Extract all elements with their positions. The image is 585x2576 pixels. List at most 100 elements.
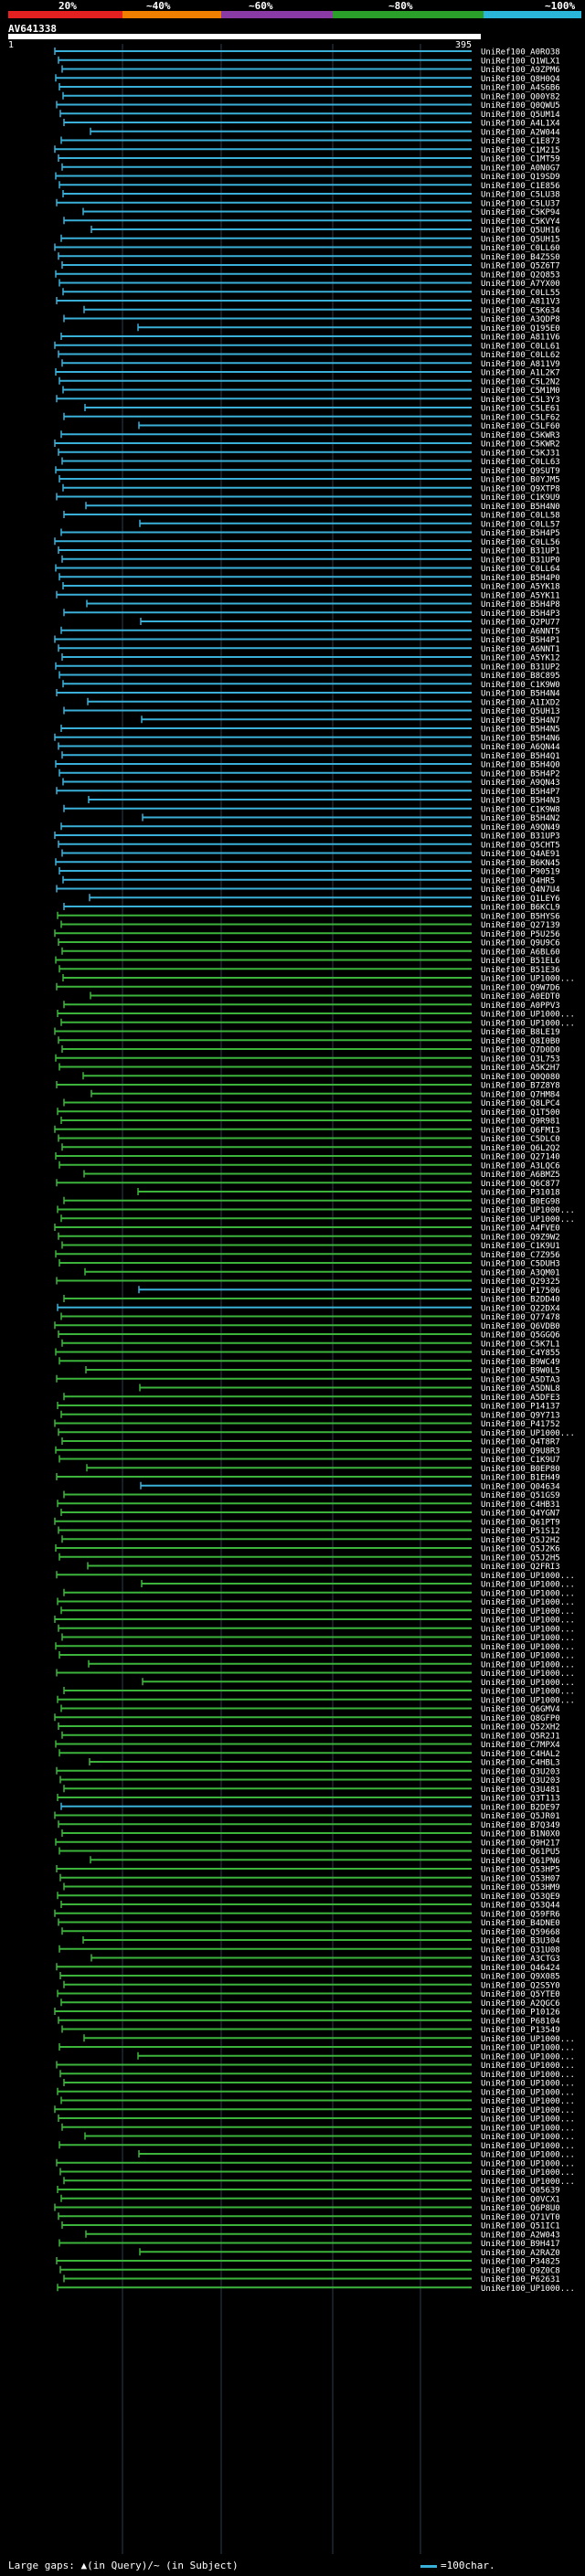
hit-label[interactable]: UniRef100_Q8GFP0 [481,1714,560,1723]
hit-label[interactable]: UniRef100_Q5CHT5 [481,841,560,850]
hit-label[interactable]: UniRef100_C1M215 [481,146,560,155]
hit-label[interactable]: UniRef100_A4L1X4 [481,120,560,129]
hit-label[interactable]: UniRef100_UP1000... [481,1617,575,1626]
hit-label[interactable]: UniRef100_P51S12 [481,1527,560,1536]
hit-label[interactable]: UniRef100_Q2FRI3 [481,1563,560,1572]
hit-label[interactable]: UniRef100_UP1000... [481,1589,575,1598]
hit-label[interactable]: UniRef100_Q31U08 [481,1945,560,1955]
hit-label[interactable]: UniRef100_B5H4Q1 [481,752,560,761]
hit-label[interactable]: UniRef100_B6KCL9 [481,904,560,913]
hit-label[interactable]: UniRef100_A811V9 [481,360,560,369]
hit-label[interactable]: UniRef100_B8C895 [481,672,560,681]
hit-label[interactable]: UniRef100_P14137 [481,1403,560,1412]
hit-label[interactable]: UniRef100_C1K9W0 [481,681,560,690]
hit-label[interactable]: UniRef100_Q59668 [481,1928,560,1937]
hit-label[interactable]: UniRef100_C4Y855 [481,1349,560,1358]
hit-label[interactable]: UniRef100_A0EDT0 [481,992,560,1002]
hit-label[interactable]: UniRef100_Q8LPC4 [481,1099,560,1108]
hit-label[interactable]: UniRef100_Q9Y713 [481,1411,560,1420]
hit-label[interactable]: UniRef100_B51E36 [481,966,560,975]
hit-label[interactable]: UniRef100_Q52XH2 [481,1723,560,1733]
hit-label[interactable]: UniRef100_Q4N7U4 [481,885,560,895]
hit-label[interactable]: UniRef100_A2W043 [481,2231,560,2240]
hit-label[interactable]: UniRef100_Q9SUT9 [481,467,560,476]
hit-label[interactable]: UniRef100_UP1000... [481,1206,575,1215]
hit-label[interactable]: UniRef100_UP1000... [481,2115,575,2125]
hit-label[interactable]: UniRef100_P62631 [481,2275,560,2284]
hit-label[interactable]: UniRef100_C0LL55 [481,289,560,298]
hit-label[interactable]: UniRef100_P10126 [481,2009,560,2018]
hit-label[interactable]: UniRef100_P17506 [481,1287,560,1296]
hit-label[interactable]: UniRef100_Q61PN6 [481,1857,560,1866]
hit-label[interactable]: UniRef100_UP1000... [481,2133,575,2142]
hit-label[interactable]: UniRef100_B5H4N2 [481,814,560,823]
hit-label[interactable]: UniRef100_C1MT59 [481,155,560,164]
hit-label[interactable]: UniRef100_B5H4N7 [481,716,560,726]
hit-label[interactable]: UniRef100_Q4T8R7 [481,1438,560,1447]
hit-label[interactable]: UniRef100_A0PPV3 [481,1002,560,1011]
hit-label[interactable]: UniRef100_B5H4P1 [481,636,560,645]
hit-label[interactable]: UniRef100_Q4HR5 [481,876,555,885]
hit-label[interactable]: UniRef100_A9QN43 [481,779,560,788]
hit-label[interactable]: UniRef100_Q6P8U0 [481,2204,560,2213]
hit-label[interactable]: UniRef100_A2QGC6 [481,1999,560,2009]
hit-label[interactable]: UniRef100_C1K9U9 [481,493,560,503]
hit-label[interactable]: UniRef100_UP1000... [481,1634,575,1643]
hit-label[interactable]: UniRef100_Q3U481 [481,1786,560,1795]
hit-label[interactable]: UniRef100_Q6GMV4 [481,1705,560,1714]
hit-label[interactable]: UniRef100_UP1000... [481,975,575,984]
hit-label[interactable]: UniRef100_A811V6 [481,334,560,343]
hit-label[interactable]: UniRef100_B5H4N0 [481,503,560,512]
hit-label[interactable]: UniRef100_C7MPX4 [481,1741,560,1750]
hit-label[interactable]: UniRef100_B6KN45 [481,859,560,868]
hit-label[interactable]: UniRef100_B0YJM5 [481,476,560,485]
hit-label[interactable]: UniRef100_A6BMZ5 [481,1171,560,1180]
hit-label[interactable]: UniRef100_UP1000... [481,2159,575,2168]
hit-label[interactable]: UniRef100_Q1T500 [481,1108,560,1118]
hit-label[interactable]: UniRef100_UP1000... [481,1011,575,1020]
hit-label[interactable]: UniRef100_C5LU37 [481,199,560,208]
hit-label[interactable]: UniRef100_Q22DX4 [481,1304,560,1313]
hit-label[interactable]: UniRef100_C5LF60 [481,422,560,431]
hit-label[interactable]: UniRef100_A9QN49 [481,823,560,832]
hit-label[interactable]: UniRef100_Q5J2H5 [481,1553,560,1563]
hit-label[interactable]: UniRef100_B5H4Q0 [481,761,560,770]
hit-label[interactable]: UniRef100_Q0QWU5 [481,101,560,111]
hit-label[interactable]: UniRef100_C0LL56 [481,538,560,547]
hit-label[interactable]: UniRef100_A3QDP8 [481,315,560,324]
hit-label[interactable]: UniRef100_C1E856 [481,182,560,191]
hit-label[interactable]: UniRef100_A3LQC6 [481,1161,560,1171]
hit-label[interactable]: UniRef100_P68104 [481,2017,560,2026]
hit-label[interactable]: UniRef100_B9WC49 [481,1358,560,1367]
hit-label[interactable]: UniRef100_P34825 [481,2258,560,2267]
hit-label[interactable]: UniRef100_Q53Q44 [481,1902,560,1911]
hit-label[interactable]: UniRef100_Q7D0D0 [481,1046,560,1055]
hit-label[interactable]: UniRef100_B31UP1 [481,547,560,557]
hit-label[interactable]: UniRef100_Q9U8R3 [481,1447,560,1456]
hit-label[interactable]: UniRef100_C0LL57 [481,520,560,529]
hit-label[interactable]: UniRef100_B9W0L5 [481,1367,560,1376]
hit-label[interactable]: UniRef100_UP1000... [481,2035,575,2044]
hit-label[interactable]: UniRef100_Q2Q853 [481,270,560,280]
hit-label[interactable]: UniRef100_Q9X085 [481,1973,560,1982]
hit-label[interactable]: UniRef100_B5H4P0 [481,574,560,583]
hit-label[interactable]: UniRef100_C1K9W8 [481,805,560,814]
hit-label[interactable]: UniRef100_C5DLC0 [481,1135,560,1144]
hit-label[interactable]: UniRef100_A2W044 [481,128,560,137]
hit-label[interactable]: UniRef100_Q3U203 [481,1776,560,1786]
hit-label[interactable]: UniRef100_A811V3 [481,298,560,307]
hit-label[interactable]: UniRef100_UP1000... [481,2097,575,2106]
hit-label[interactable]: UniRef100_A9ZPM6 [481,66,560,75]
hit-label[interactable]: UniRef100_B5H4P3 [481,610,560,619]
hit-label[interactable]: UniRef100_P90519 [481,868,560,877]
hit-label[interactable]: UniRef100_Q27139 [481,921,560,930]
hit-label[interactable]: UniRef100_Q5UH16 [481,227,560,236]
hit-label[interactable]: UniRef100_Q5GGQ6 [481,1331,560,1341]
hit-label[interactable]: UniRef100_Q4AE91 [481,850,560,859]
hit-label[interactable]: UniRef100_Q53HM9 [481,1883,560,1892]
hit-label[interactable]: UniRef100_UP1000... [481,2151,575,2160]
hit-label[interactable]: UniRef100_A6NNT1 [481,645,560,654]
hit-label[interactable]: UniRef100_Q1WLX1 [481,57,560,66]
hit-label[interactable]: UniRef100_A4FVE0 [481,1224,560,1234]
hit-label[interactable]: UniRef100_C5L3Y3 [481,396,560,405]
